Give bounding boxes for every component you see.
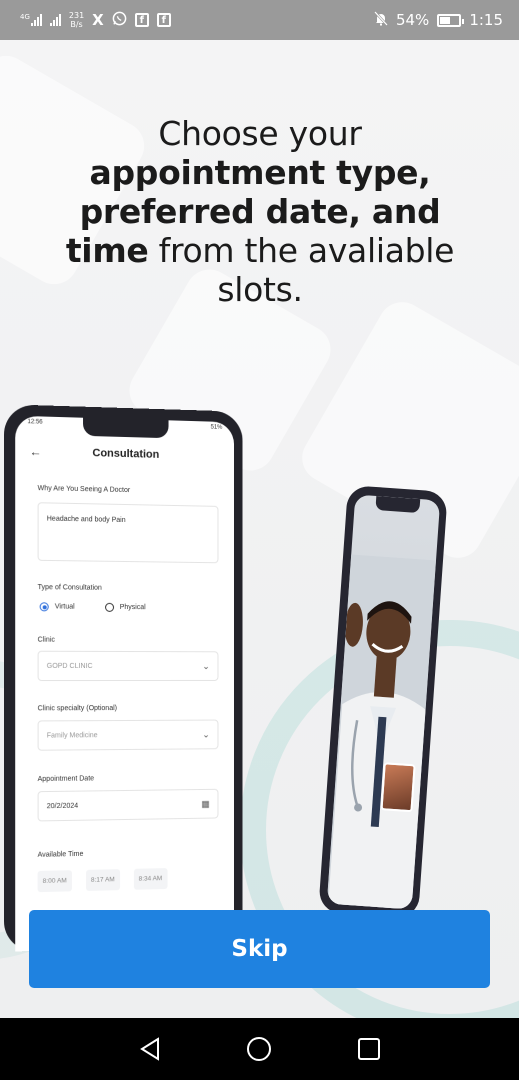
facebook-icon: f [156, 13, 171, 27]
status-right: 54% 1:15 [374, 10, 503, 30]
specialty-value: Family Medicine [46, 731, 98, 740]
headline-line: slots. [217, 270, 303, 309]
radio-virtual [39, 602, 49, 612]
time-slots: 8:00 AM 8:17 AM 8:34 AM [37, 868, 168, 893]
specialty-label: Clinic specialty (Optional) [37, 705, 118, 713]
back-arrow-icon: ← [29, 444, 42, 459]
time-slot: 8:34 AM [133, 868, 168, 890]
reason-value: Headache and body Pain [46, 515, 126, 525]
whatsapp-icon [112, 11, 127, 30]
phone-notch [374, 495, 420, 514]
date-field: 20/2/2024 ▦ [37, 788, 219, 822]
consultation-type-options: Virtual Physical [39, 602, 146, 612]
available-time-label: Available Time [37, 850, 84, 859]
data-speed-unit: B/s [70, 20, 83, 29]
mockup-header: ← Consultation [15, 440, 234, 468]
phone-mockup-consultation: 12:56 51% ← Consultation Why Are You See… [3, 404, 243, 952]
date-value: 20/2/2024 [46, 802, 79, 810]
clock: 1:15 [469, 11, 503, 29]
data-speed: 231 B/s [69, 11, 84, 29]
status-left: 4G 231 B/s X f f [20, 11, 171, 30]
mute-bell-icon [374, 10, 388, 30]
clinic-select: GOPD CLINIC ⌄ [37, 650, 219, 682]
reason-label: Why Are You Seeing A Doctor [37, 485, 131, 495]
back-icon[interactable] [130, 1029, 170, 1069]
battery-percent: 54% [395, 11, 430, 29]
onboarding-headline: Choose your appointment type, preferred … [40, 114, 480, 309]
facebook-icon: f [134, 13, 149, 27]
radio-physical [104, 602, 114, 612]
date-label: Appointment Date [37, 775, 95, 784]
headline-line: preferred date, and [79, 192, 441, 231]
navigation-bar [0, 1018, 519, 1080]
doctor-image [326, 554, 437, 910]
clinic-value: GOPD CLINIC [46, 662, 93, 670]
signal-icon-sim1: 4G [20, 13, 42, 26]
chevron-down-icon: ⌄ [202, 728, 210, 739]
battery-icon [437, 13, 465, 27]
consultation-type-label: Type of Consultation [37, 584, 102, 592]
clinic-label: Clinic [37, 636, 55, 644]
radio-virtual-label: Virtual [54, 603, 75, 611]
headline-line: appointment type, [89, 153, 431, 192]
skip-button[interactable]: Skip [29, 910, 490, 988]
radio-physical-label: Physical [119, 603, 146, 612]
headline-line: time from the avaliable [65, 231, 455, 270]
mockup-battery: 51% [210, 424, 223, 431]
home-icon[interactable] [239, 1029, 279, 1069]
time-slot: 8:00 AM [37, 870, 72, 893]
headline-line: Choose your [158, 114, 362, 153]
self-view-thumbnail [380, 762, 416, 813]
network-type-label: 4G [20, 13, 30, 21]
specialty-select: Family Medicine ⌄ [37, 719, 219, 751]
reason-field: Headache and body Pain [37, 502, 219, 564]
time-slot: 8:17 AM [85, 869, 120, 891]
calendar-icon: ▦ [201, 798, 210, 809]
mockup-screen: 12:56 51% ← Consultation Why Are You See… [15, 415, 234, 952]
signal-icon-sim2 [49, 14, 61, 26]
data-speed-value: 231 [68, 11, 85, 20]
recent-apps-icon[interactable] [349, 1029, 389, 1069]
x-icon: X [92, 11, 104, 29]
chevron-down-icon: ⌄ [202, 660, 210, 671]
status-bar: 4G 231 B/s X f f 54% 1:15 [0, 0, 519, 40]
onboarding-screen: Choose your appointment type, preferred … [0, 40, 519, 1018]
battery-level [440, 16, 451, 24]
mockup-time: 12:56 [27, 419, 43, 426]
mockup-title: Consultation [92, 447, 160, 461]
